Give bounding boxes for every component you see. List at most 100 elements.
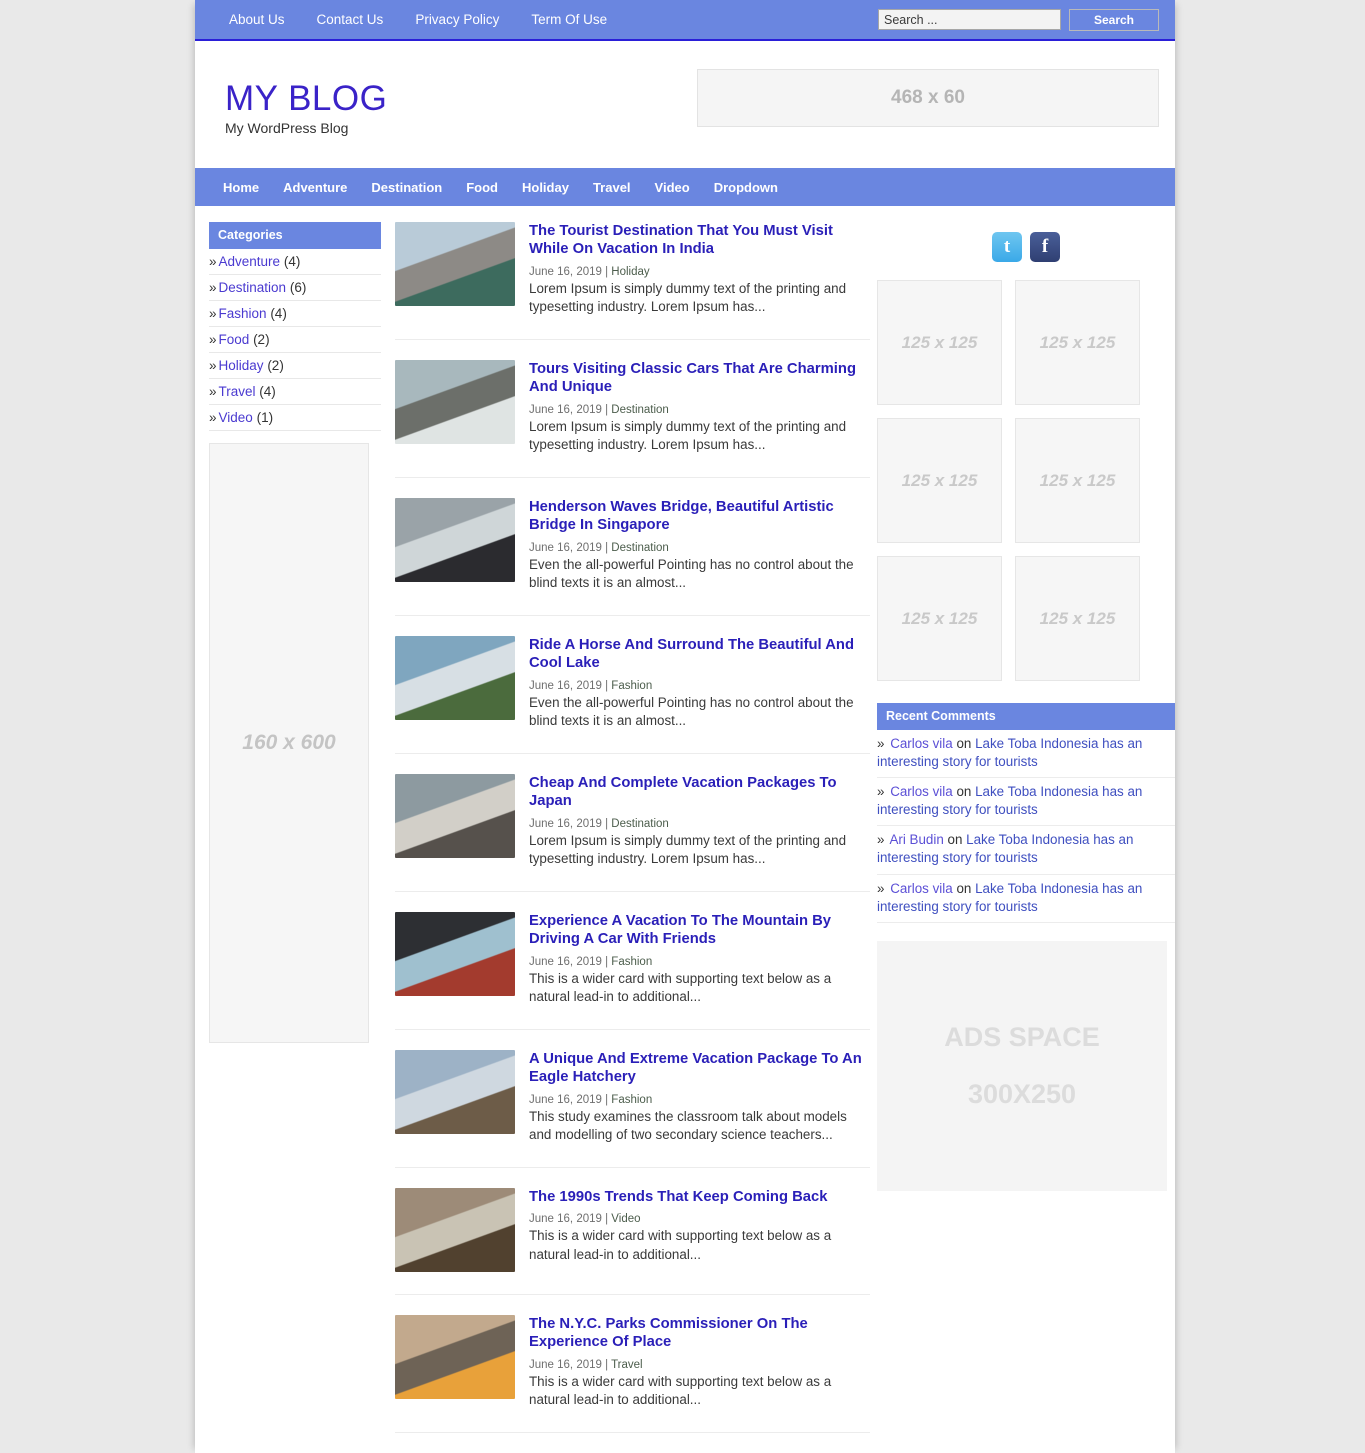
ad-placeholder-125[interactable]: 125 x 125 bbox=[1015, 418, 1140, 543]
category-link[interactable]: Food bbox=[219, 332, 250, 347]
recent-comments-widget: Recent Comments » Carlos vila on Lake To… bbox=[877, 703, 1175, 923]
post-title-link[interactable]: Tours Visiting Classic Cars That Are Cha… bbox=[529, 360, 870, 397]
comment-author[interactable]: Carlos vila bbox=[890, 784, 953, 799]
post-category[interactable]: Destination bbox=[611, 404, 669, 416]
post-title-link[interactable]: Cheap And Complete Vacation Packages To … bbox=[529, 774, 870, 811]
post-thumbnail[interactable] bbox=[395, 359, 515, 444]
post-date: June 16, 2019 bbox=[529, 955, 602, 968]
comment-item: » Carlos vila on Lake Toba Indonesia has… bbox=[877, 730, 1175, 779]
post-title-link[interactable]: A Unique And Extreme Vacation Package To… bbox=[529, 1050, 870, 1087]
category-link[interactable]: Adventure bbox=[219, 254, 281, 269]
post-meta: June 16, 2019 | Fashion bbox=[529, 679, 653, 692]
site-title[interactable]: MY BLOG bbox=[225, 81, 387, 116]
post-category[interactable]: Fashion bbox=[611, 1094, 652, 1106]
ad-placeholder-125[interactable]: 125 x 125 bbox=[877, 418, 1002, 543]
ad-placeholder-125[interactable]: 125 x 125 bbox=[877, 280, 1002, 405]
post-excerpt: This is a wider card with supporting tex… bbox=[529, 1373, 832, 1408]
post-date: June 16, 2019 bbox=[529, 1093, 602, 1106]
recent-comments-list: » Carlos vila on Lake Toba Indonesia has… bbox=[877, 730, 1175, 923]
post-excerpt: Lorem Ipsum is simply dummy text of the … bbox=[529, 418, 847, 453]
skyscraper-ad-placeholder[interactable]: 160 x 600 bbox=[209, 443, 369, 1043]
comment-author[interactable]: Carlos vila bbox=[890, 881, 953, 896]
category-link[interactable]: Fashion bbox=[219, 306, 267, 321]
nav-item-video[interactable]: Video bbox=[643, 180, 702, 195]
post-thumbnail[interactable] bbox=[395, 773, 515, 858]
post-body: The N.Y.C. Parks Commissioner On The Exp… bbox=[529, 1315, 870, 1410]
post-title-link[interactable]: Experience A Vacation To The Mountain By… bbox=[529, 912, 870, 949]
ad-placeholder-125[interactable]: 125 x 125 bbox=[877, 556, 1002, 681]
category-link[interactable]: Travel bbox=[219, 384, 256, 399]
topbar-link-term-of-use[interactable]: Term Of Use bbox=[515, 13, 623, 27]
post-thumbnail[interactable] bbox=[395, 1049, 515, 1134]
post-meta: June 16, 2019 | Destination bbox=[529, 403, 669, 416]
leaderboard-ad-placeholder[interactable]: 468 x 60 bbox=[697, 69, 1159, 127]
category-count: (4) bbox=[283, 254, 301, 269]
nav-item-dropdown[interactable]: Dropdown bbox=[702, 180, 790, 195]
post-excerpt: This is a wider card with supporting tex… bbox=[529, 970, 832, 1005]
category-link[interactable]: Destination bbox=[219, 280, 287, 295]
chevron-right-icon: » bbox=[877, 736, 885, 751]
post-category[interactable]: Destination bbox=[611, 818, 669, 830]
topbar-link-about-us[interactable]: About Us bbox=[213, 13, 301, 27]
post-date: June 16, 2019 bbox=[529, 403, 602, 416]
site-masthead: MY BLOG My WordPress Blog 468 x 60 bbox=[195, 41, 1175, 168]
post-title-link[interactable]: The 1990s Trends That Keep Coming Back bbox=[529, 1188, 870, 1206]
ads-space-300x250[interactable]: ADS SPACE 300X250 bbox=[877, 940, 1167, 1191]
nav-item-food[interactable]: Food bbox=[454, 180, 510, 195]
post-title-link[interactable]: Henderson Waves Bridge, Beautiful Artist… bbox=[529, 498, 870, 535]
category-item: » Adventure (4) bbox=[209, 249, 381, 275]
search-button[interactable]: Search bbox=[1069, 8, 1159, 31]
comment-item: » Carlos vila on Lake Toba Indonesia has… bbox=[877, 875, 1175, 923]
category-link[interactable]: Holiday bbox=[219, 358, 264, 373]
post-body: Ride A Horse And Surround The Beautiful … bbox=[529, 636, 870, 731]
nav-item-destination[interactable]: Destination bbox=[359, 180, 454, 195]
search-input[interactable] bbox=[878, 9, 1061, 30]
nav-item-adventure[interactable]: Adventure bbox=[271, 180, 359, 195]
post-thumbnail[interactable] bbox=[395, 222, 515, 306]
category-count: (2) bbox=[267, 358, 284, 373]
post-title-link[interactable]: Ride A Horse And Surround The Beautiful … bbox=[529, 636, 870, 673]
post-item: The 1990s Trends That Keep Coming Back Ju… bbox=[395, 1187, 870, 1295]
main-navigation: Home Adventure Destination Food Holiday Trave… bbox=[195, 168, 1175, 206]
post-item: Experience A Vacation To The Mountain By… bbox=[395, 911, 870, 1030]
comment-on-word: on bbox=[956, 736, 972, 751]
nav-item-holiday[interactable]: Holiday bbox=[510, 180, 581, 195]
nav-item-home[interactable]: Home bbox=[211, 180, 271, 195]
chevron-right-icon: » bbox=[209, 280, 217, 295]
post-title-link[interactable]: The N.Y.C. Parks Commissioner On The Exp… bbox=[529, 1315, 870, 1352]
post-category[interactable]: Fashion bbox=[611, 956, 652, 968]
post-category[interactable]: Holiday bbox=[611, 266, 649, 278]
twitter-icon[interactable]: t bbox=[992, 232, 1022, 262]
category-link[interactable]: Video bbox=[219, 410, 253, 425]
ad-grid-125: 125 x 125 125 x 125 125 x 125 125 x 125 125 … bbox=[877, 280, 1175, 681]
comment-author[interactable]: Carlos vila bbox=[890, 736, 953, 751]
ad-placeholder-125[interactable]: 125 x 125 bbox=[1015, 556, 1140, 681]
category-count: (6) bbox=[289, 280, 307, 295]
category-count: (4) bbox=[270, 306, 287, 321]
category-item: » Video (1) bbox=[209, 405, 381, 431]
facebook-icon[interactable]: f bbox=[1030, 232, 1060, 262]
post-category[interactable]: Fashion bbox=[611, 680, 652, 692]
topbar-link-contact-us[interactable]: Contact Us bbox=[301, 13, 400, 27]
post-body: A Unique And Extreme Vacation Package To… bbox=[529, 1050, 870, 1145]
categories-widget-title: Categories bbox=[209, 222, 381, 249]
post-category[interactable]: Destination bbox=[611, 542, 669, 554]
ad-placeholder-125[interactable]: 125 x 125 bbox=[1015, 280, 1140, 405]
post-thumbnail[interactable] bbox=[395, 1314, 515, 1399]
category-item: » Destination (6) bbox=[209, 275, 381, 301]
topbar-link-privacy-policy[interactable]: Privacy Policy bbox=[399, 13, 515, 27]
post-thumbnail[interactable] bbox=[395, 1187, 515, 1272]
comment-author[interactable]: Ari Budin bbox=[889, 832, 943, 847]
content-area: Categories » Adventure (4)» Destination (6… bbox=[195, 206, 1175, 1453]
post-category[interactable]: Video bbox=[611, 1213, 640, 1225]
post-thumbnail[interactable] bbox=[395, 635, 515, 720]
site-tagline: My WordPress Blog bbox=[225, 120, 349, 136]
chevron-right-icon: » bbox=[209, 410, 217, 425]
comment-item: » Ari Budin on Lake Toba Indonesia has a… bbox=[877, 826, 1175, 875]
right-sidebar: t f 125 x 125 125 x 125 125 x 125 125 x 125… bbox=[870, 222, 1175, 1191]
post-thumbnail[interactable] bbox=[395, 911, 515, 996]
post-thumbnail[interactable] bbox=[395, 497, 515, 582]
post-meta: June 16, 2019 | Destination bbox=[529, 817, 669, 830]
nav-item-travel[interactable]: Travel bbox=[581, 180, 643, 195]
post-title-link[interactable]: The Tourist Destination That You Must Vi… bbox=[529, 222, 870, 259]
